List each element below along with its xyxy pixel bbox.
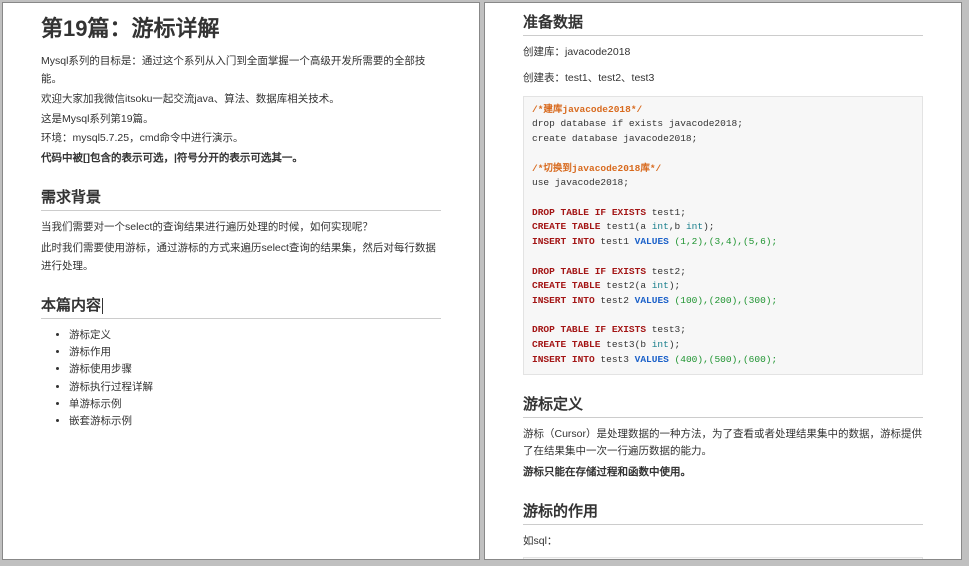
- code-val: (1,2),(3,4),(5,6);: [669, 236, 777, 247]
- toc-item: 游标作用: [69, 344, 441, 361]
- req-line-1: 当我们需要对一个select的查询结果进行遍历处理的时候，如何实现呢？: [41, 219, 441, 237]
- code-type: int: [652, 280, 669, 291]
- def-line-1: 游标（Cursor）是处理数据的一种方法，为了查看或者处理结果集中的数据，游标提…: [523, 426, 923, 462]
- code-kw: VALUES: [635, 236, 669, 247]
- code-line: create database javacode2018;: [532, 133, 697, 144]
- heading-prepare-data: 准备数据: [523, 11, 923, 36]
- page-title: 第19篇：游标详解: [41, 11, 441, 43]
- code-kw: INSERT INTO: [532, 236, 595, 247]
- code-kw: INSERT INTO: [532, 295, 595, 306]
- code-kw: DROP TABLE IF EXISTS: [532, 266, 646, 277]
- intro-line-4: 环境：mysql5.7.25，cmd命令中进行演示。: [41, 130, 441, 148]
- toc-item: 游标定义: [69, 327, 441, 344]
- code-frag: test2;: [646, 266, 686, 277]
- code-line: drop database if exists javacode2018;: [532, 118, 743, 129]
- code-kw: CREATE TABLE: [532, 339, 600, 350]
- code-type: int: [652, 221, 669, 232]
- code-comment: /*切换到javacode2018库*/: [532, 163, 661, 174]
- code-val: (100),(200),(300);: [669, 295, 777, 306]
- code-kw: CREATE TABLE: [532, 221, 600, 232]
- toc-item: 嵌套游标示例: [69, 413, 441, 430]
- code-frag: );: [669, 280, 680, 291]
- use-line-1: 如sql：: [523, 533, 923, 551]
- toc-item: 游标使用步骤: [69, 361, 441, 378]
- code-kw: VALUES: [635, 354, 669, 365]
- code-line: use javacode2018;: [532, 177, 629, 188]
- code-type: int: [686, 221, 703, 232]
- page-1: 第19篇：游标详解 Mysql系列的目标是：通过这个系列从入门到全面掌握一个高级…: [2, 2, 480, 560]
- prep-line-1: 创建库：javacode2018: [523, 44, 923, 62]
- intro-line-3: 这是Mysql系列第19篇。: [41, 111, 441, 129]
- code-frag: test3: [595, 354, 635, 365]
- code-type: int: [652, 339, 669, 350]
- code-frag: test2: [595, 295, 635, 306]
- intro-line-2: 欢迎大家加我微信itsoku一起交流java、算法、数据库相关技术。: [41, 91, 441, 109]
- code-frag: );: [703, 221, 714, 232]
- code-frag: test1: [595, 236, 635, 247]
- code-kw: VALUES: [635, 295, 669, 306]
- code-block-select: select a,b from test1;: [523, 557, 923, 560]
- code-kw: DROP TABLE IF EXISTS: [532, 324, 646, 335]
- code-frag: ,b: [669, 221, 686, 232]
- req-line-2: 此时我们需要使用游标，通过游标的方式来遍历select查询的结果集，然后对每行数…: [41, 240, 441, 276]
- heading-cursor-def: 游标定义: [523, 393, 923, 418]
- toc-item: 游标执行过程详解: [69, 379, 441, 396]
- code-kw: CREATE TABLE: [532, 280, 600, 291]
- toc-item: 单游标示例: [69, 396, 441, 413]
- code-frag: test3(b: [600, 339, 651, 350]
- def-line-2: 游标只能在存储过程和函数中使用。: [523, 464, 923, 482]
- heading-cursor-use: 游标的作用: [523, 500, 923, 525]
- prep-line-2: 创建表：test1、test2、test3: [523, 70, 923, 88]
- code-comment: /*建库javacode2018*/: [532, 104, 642, 115]
- heading-requirements: 需求背景: [41, 186, 441, 211]
- code-kw: DROP TABLE IF EXISTS: [532, 207, 646, 218]
- code-frag: test2(a: [600, 280, 651, 291]
- intro-block: Mysql系列的目标是：通过这个系列从入门到全面掌握一个高级开发所需要的全部技能…: [41, 53, 441, 168]
- code-frag: test1;: [646, 207, 686, 218]
- code-block-prepare: /*建库javacode2018*/ drop database if exis…: [523, 96, 923, 375]
- code-kw: INSERT INTO: [532, 354, 595, 365]
- intro-line-1: Mysql系列的目标是：通过这个系列从入门到全面掌握一个高级开发所需要的全部技能…: [41, 53, 441, 89]
- heading-toc: 本篇内容: [41, 294, 441, 319]
- code-frag: test3;: [646, 324, 686, 335]
- toc-list: 游标定义 游标作用 游标使用步骤 游标执行过程详解 单游标示例 嵌套游标示例: [41, 327, 441, 431]
- prepare-lines: 创建库：javacode2018 创建表：test1、test2、test3: [523, 44, 923, 88]
- code-frag: );: [669, 339, 680, 350]
- code-val: (400),(500),(600);: [669, 354, 777, 365]
- intro-line-5: 代码中被[]包含的表示可选，|符号分开的表示可选其一。: [41, 150, 441, 168]
- page-2: 准备数据 创建库：javacode2018 创建表：test1、test2、te…: [484, 2, 962, 560]
- code-frag: test1(a: [600, 221, 651, 232]
